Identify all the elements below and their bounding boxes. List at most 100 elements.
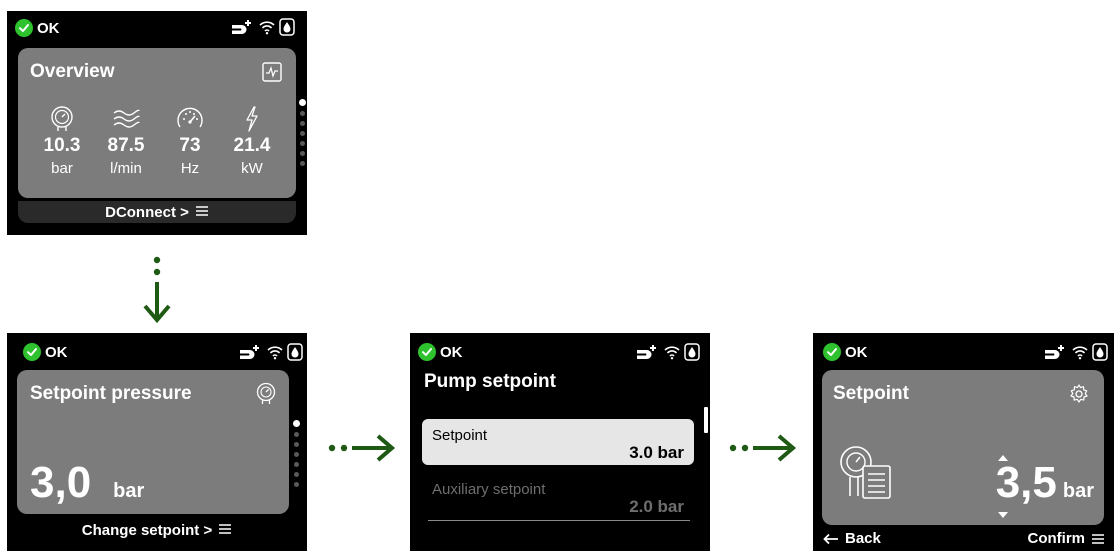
- setpoint-pressure-screen: OK Setpoint pressure 3,0 bar Change setp…: [7, 333, 307, 551]
- overview-footer[interactable]: DConnect >: [18, 201, 296, 223]
- page-dot: [300, 111, 305, 116]
- status-ok: OK: [15, 19, 60, 37]
- power-unit: kW: [241, 160, 263, 177]
- confirm-label: Confirm: [1027, 530, 1086, 547]
- page-dot: [294, 432, 299, 437]
- ok-check-icon: [15, 19, 33, 37]
- page-dot-active: [299, 99, 306, 106]
- ok-check-icon: [823, 343, 841, 361]
- dconnect-icon: [637, 345, 656, 359]
- page-dot-active: [293, 420, 300, 427]
- setpoint-title: Setpoint: [833, 383, 909, 404]
- flow-value: 87.5: [107, 135, 145, 156]
- pump-setpoint-screen: OK Pump setpoint Setpoint 3.0 bar Auxili…: [410, 333, 710, 551]
- page-dot: [300, 151, 305, 156]
- page-dot: [294, 462, 299, 467]
- water-drop-icon: [1092, 343, 1108, 361]
- water-drop-icon: [279, 18, 295, 36]
- status-label: OK: [45, 343, 68, 361]
- metric-frequency: 73 Hz: [160, 105, 220, 177]
- setpoint-list-icon: [836, 444, 898, 511]
- down-flow-arrow: [143, 256, 171, 324]
- status-icons: [636, 343, 700, 361]
- list-item-value: 3.0 bar: [629, 443, 684, 462]
- pressure-gauge-icon: [255, 382, 277, 411]
- water-drop-icon: [684, 343, 700, 361]
- setpoint-edit-readout: 3,5 bar: [996, 458, 1094, 508]
- water-drop-icon: [287, 343, 303, 361]
- list-item-label: Auxiliary setpoint: [432, 481, 546, 498]
- page-dot: [294, 482, 299, 487]
- page-dot: [300, 161, 305, 166]
- page-dot: [294, 472, 299, 477]
- dconnect-icon: [232, 20, 251, 34]
- wifi-icon: [259, 21, 275, 35]
- frequency-value: 73: [179, 135, 201, 156]
- back-button[interactable]: Back: [823, 530, 881, 547]
- ok-check-icon: [23, 343, 41, 361]
- scrollbar[interactable]: [704, 407, 708, 433]
- status-ok: OK: [823, 343, 868, 361]
- right-flow-arrow: [328, 434, 396, 462]
- menu-icon[interactable]: [195, 204, 209, 221]
- setpoint-edit-unit: bar: [1062, 480, 1094, 502]
- status-icons: [239, 343, 303, 361]
- page-dot: [300, 141, 305, 146]
- wifi-icon: [664, 346, 680, 360]
- overview-screen: OK Overview 10.3 bar 87.5 l/min 73 Hz 21…: [7, 11, 307, 235]
- status-label: OK: [440, 343, 463, 361]
- list-item-value: 2.0 bar: [629, 497, 684, 516]
- frequency-unit: Hz: [180, 160, 200, 177]
- wifi-icon: [1072, 346, 1088, 360]
- speedometer-icon: [160, 105, 220, 135]
- right-flow-arrow: [729, 434, 797, 462]
- metric-power: 21.4 kW: [222, 105, 282, 177]
- pump-setpoint-title: Pump setpoint: [424, 371, 556, 392]
- overview-card[interactable]: Overview 10.3 bar 87.5 l/min 73 Hz 21.4 …: [18, 48, 296, 198]
- power-value: 21.4: [233, 135, 271, 156]
- pressure-gauge-icon: [32, 105, 92, 135]
- setpoint-unit: bar: [113, 480, 145, 502]
- overview-title: Overview: [30, 61, 115, 82]
- list-item-label: Setpoint: [432, 427, 488, 444]
- lightning-icon: [222, 105, 282, 135]
- back-label: Back: [845, 530, 881, 547]
- decrease-arrow-icon[interactable]: [996, 506, 1010, 524]
- list-item-setpoint[interactable]: Setpoint 3.0 bar: [422, 419, 694, 465]
- list-divider: [428, 520, 690, 521]
- setpoint-pressure-title: Setpoint pressure: [30, 383, 192, 404]
- page-indicator: [293, 420, 301, 500]
- metric-pressure: 10.3 bar: [32, 105, 92, 177]
- pressure-unit: bar: [51, 160, 73, 177]
- change-setpoint-link[interactable]: Change setpoint >: [82, 522, 212, 539]
- setpoint-edit-card[interactable]: Setpoint 3,5 bar: [822, 370, 1104, 525]
- dconnect-icon: [1045, 345, 1064, 359]
- ok-check-icon: [418, 343, 436, 361]
- setpoint-edit-value[interactable]: 3,5: [996, 458, 1057, 508]
- setpoint-readout: 3,0 bar: [30, 458, 144, 508]
- flow-unit: l/min: [110, 160, 142, 177]
- dconnect-link[interactable]: DConnect >: [105, 204, 189, 221]
- setpoint-value: 3,0: [30, 458, 92, 507]
- menu-icon[interactable]: [218, 522, 232, 539]
- page-dot: [300, 121, 305, 126]
- page-dot: [300, 131, 305, 136]
- status-icons: [231, 18, 295, 36]
- metric-flow: 87.5 l/min: [96, 105, 156, 177]
- wifi-icon: [267, 346, 283, 360]
- setpoint-pressure-footer[interactable]: Change setpoint >: [7, 519, 307, 541]
- setpoint-pressure-card[interactable]: Setpoint pressure 3,0 bar: [17, 370, 289, 514]
- status-ok: OK: [23, 343, 68, 361]
- setpoint-edit-screen: OK Setpoint 3,5 bar Back Confirm: [813, 333, 1114, 551]
- dconnect-icon: [240, 345, 259, 359]
- chart-icon[interactable]: [262, 62, 282, 87]
- page-dot: [294, 442, 299, 447]
- pressure-value: 10.3: [43, 135, 81, 156]
- status-label: OK: [845, 343, 868, 361]
- gear-icon[interactable]: [1068, 383, 1090, 410]
- list-item-auxiliary-setpoint[interactable]: Auxiliary setpoint 2.0 bar: [422, 473, 694, 519]
- confirm-button[interactable]: Confirm: [1028, 530, 1106, 547]
- back-arrow-icon: [823, 533, 838, 544]
- status-ok: OK: [418, 343, 463, 361]
- status-label: OK: [37, 19, 60, 37]
